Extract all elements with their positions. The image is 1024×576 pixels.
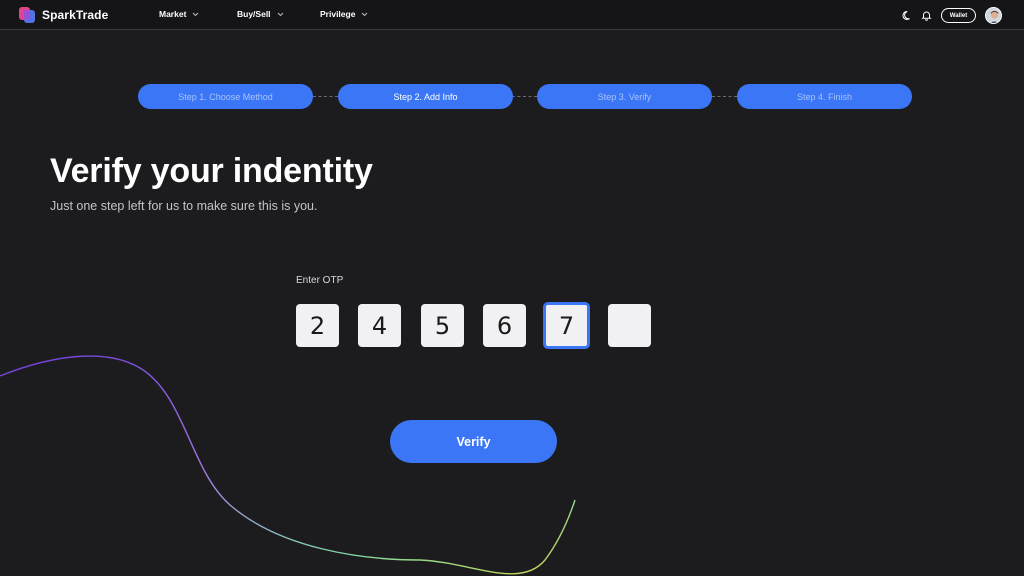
- otp-digit-input[interactable]: [608, 304, 651, 347]
- user-avatar-icon: [986, 8, 1001, 23]
- step-connector: [512, 96, 537, 97]
- step-finish[interactable]: Step 4. Finish: [737, 84, 912, 109]
- step-verify[interactable]: Step 3. Verify: [537, 84, 712, 109]
- otp-digit-input[interactable]: 4: [358, 304, 401, 347]
- nav-buy-sell-label: Buy/Sell: [237, 9, 271, 19]
- step-connector: [313, 96, 338, 97]
- brand-name: SparkTrade: [42, 8, 109, 22]
- step-choose-method[interactable]: Step 1. Choose Method: [138, 84, 313, 109]
- brand[interactable]: SparkTrade: [18, 6, 108, 24]
- otp-digit-input-focused[interactable]: 7: [543, 302, 590, 349]
- bell-icon[interactable]: [921, 10, 932, 21]
- otp-digit-input[interactable]: 6: [483, 304, 526, 347]
- chevron-down-icon: [362, 12, 368, 16]
- top-navbar: SparkTrade Market Buy/Sell Privilege Wal…: [0, 0, 1024, 30]
- nav-buy-sell[interactable]: Buy/Sell: [237, 9, 284, 19]
- nav-privilege[interactable]: Privilege: [320, 9, 368, 19]
- otp-digit-input[interactable]: 2: [296, 304, 339, 347]
- chevron-down-icon: [193, 12, 199, 16]
- page-subtitle: Just one step left for us to make sure t…: [50, 199, 318, 213]
- moon-icon[interactable]: [902, 10, 913, 21]
- otp-label: Enter OTP: [296, 275, 344, 286]
- nav-market-label: Market: [159, 9, 187, 19]
- verify-button[interactable]: Verify: [390, 420, 557, 463]
- nav-privilege-label: Privilege: [320, 9, 356, 19]
- nav-market[interactable]: Market: [159, 9, 199, 19]
- sparktrade-logo-icon: [19, 7, 35, 23]
- otp-digit-input[interactable]: 5: [421, 304, 464, 347]
- step-connector: [712, 96, 737, 97]
- wallet-button[interactable]: Wallet: [941, 8, 976, 23]
- page-title: Verify your indentity: [50, 152, 373, 190]
- step-add-info[interactable]: Step 2. Add Info: [338, 84, 513, 109]
- avatar[interactable]: [985, 7, 1002, 24]
- chevron-down-icon: [277, 12, 283, 16]
